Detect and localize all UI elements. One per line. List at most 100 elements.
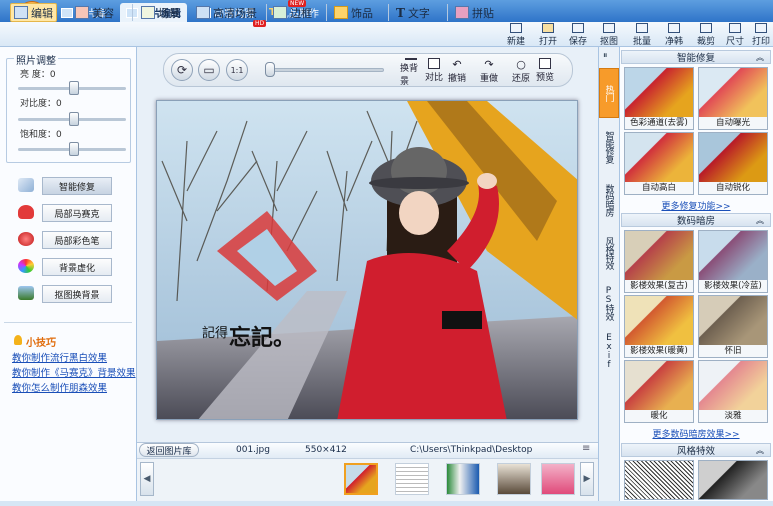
saturation-label: 饱和度：0	[20, 130, 62, 140]
fit-screen-button[interactable]: ▭	[198, 59, 220, 81]
brightness-slider[interactable]	[18, 81, 126, 95]
thumbnail-5[interactable]	[541, 463, 575, 495]
tab-style-effects[interactable]: 风格特效	[599, 228, 619, 278]
rotate-button[interactable]: ⟳	[171, 59, 193, 81]
undo-button[interactable]: ↶ 撤销	[446, 58, 468, 84]
collapse-icon: ︽	[756, 215, 764, 225]
separator	[447, 4, 448, 21]
contrast-slider[interactable]	[18, 112, 126, 126]
scene-icon	[141, 6, 155, 19]
right-arrow-icon: ▶	[583, 474, 591, 484]
redo-icon: ↷	[484, 58, 494, 71]
adjust-title: 照片调整	[14, 52, 58, 67]
zoom-slider[interactable]	[266, 68, 384, 72]
tool-edit[interactable]: 编辑	[10, 3, 57, 22]
collapse-panel-icon[interactable]: ⏸	[603, 51, 608, 61]
section-smart-repair-header[interactable]: 智能修复 ︽	[621, 50, 771, 64]
background-blur-button[interactable]: 背景虚化	[42, 258, 112, 276]
tips-title: 小技巧	[26, 338, 56, 349]
effect-card[interactable]: 色彩通道(去雾)	[624, 67, 694, 130]
tip-link-1[interactable]: 教你制作流行黑白效果	[12, 350, 107, 364]
preview-button[interactable]: 预览	[534, 58, 556, 84]
clean-icon	[668, 23, 680, 33]
cut-button[interactable]: 裁剪	[693, 23, 719, 47]
divider	[4, 322, 132, 323]
preview-icon	[539, 58, 551, 69]
menu-icon[interactable]: ≡	[582, 443, 590, 454]
effect-card[interactable]: 自动曝光	[698, 67, 768, 130]
cutout-icon	[18, 286, 34, 300]
tool-text[interactable]: T 文字	[393, 3, 433, 22]
smart-repair-button[interactable]: 智能修复	[42, 177, 112, 195]
tab-smart-repair[interactable]: 智能修复	[599, 122, 619, 172]
more-darkroom-link[interactable]: 更多数码暗房效果>>	[621, 427, 771, 440]
redo-button[interactable]: ↷ 重做	[478, 58, 500, 84]
new-button[interactable]: 新建	[503, 23, 529, 47]
effect-card[interactable]: 影楼效果(复古)	[624, 230, 694, 293]
zoom-knob[interactable]	[265, 62, 276, 77]
thumbnail-1[interactable]	[344, 463, 378, 495]
border-icon	[273, 6, 287, 19]
effect-card[interactable]: 怀旧	[698, 295, 768, 358]
tab-darkroom[interactable]: 数码暗房	[599, 175, 619, 225]
section-darkroom-header[interactable]: 数码暗房 ︽	[621, 213, 771, 227]
tab-exif[interactable]: Exif	[599, 328, 619, 373]
tool-scene[interactable]: 场景	[138, 3, 183, 22]
more-repair-link[interactable]: 更多修复功能>>	[621, 199, 771, 212]
restore-button[interactable]: ○ 还原	[510, 58, 532, 84]
separator	[326, 4, 327, 21]
filmstrip-prev-button[interactable]: ◀	[140, 462, 154, 496]
magic-wand-icon	[18, 178, 34, 192]
effect-card[interactable]	[698, 460, 768, 500]
print-icon	[755, 23, 767, 33]
effect-card[interactable]: 淡雅	[698, 360, 768, 423]
cutout-background-button[interactable]: 抠图换背景	[42, 285, 112, 303]
thumbnail-2[interactable]	[395, 463, 429, 495]
compare-button[interactable]: 对比	[423, 58, 445, 84]
tool-border[interactable]: 边框	[270, 3, 315, 22]
tip-link-3[interactable]: 教你怎么制作朋森效果	[12, 380, 107, 394]
print-button[interactable]: 打印	[750, 23, 772, 47]
file-path: C:\Users\Thinkpad\Desktop	[410, 445, 533, 455]
tool-collage[interactable]: 拼贴	[452, 3, 497, 22]
color-pen-button[interactable]: 局部彩色笔	[42, 231, 112, 249]
change-background-button[interactable]: 换背景	[400, 58, 422, 87]
size-button[interactable]: 尺寸	[722, 23, 748, 47]
actual-size-button[interactable]: 1:1	[226, 59, 248, 81]
effect-card[interactable]	[624, 460, 694, 500]
saturation-knob[interactable]	[68, 142, 79, 156]
edited-photo[interactable]: 記得 忘記。	[156, 100, 578, 420]
filmstrip-next-button[interactable]: ▶	[580, 462, 594, 496]
batch-button[interactable]: 批量	[629, 23, 655, 47]
effect-card[interactable]: 影楼效果(冷蓝)	[698, 230, 768, 293]
effect-card[interactable]: 暖化	[624, 360, 694, 423]
thumbnail-3[interactable]	[446, 463, 480, 495]
tool-beautify[interactable]: 美容	[72, 3, 117, 22]
collage-icon	[455, 6, 469, 19]
tip-link-2[interactable]: 教你制作《马赛克》背景效果	[12, 365, 136, 379]
mosaic-button[interactable]: 局部马赛克	[42, 204, 112, 222]
tool-hd-scene[interactable]: 高清场景	[193, 3, 260, 22]
saturation-slider[interactable]	[18, 142, 126, 156]
tab-ps-effects[interactable]: PS特效	[599, 280, 619, 325]
thumbnail-4[interactable]	[497, 463, 531, 495]
actual-size-icon: 1:1	[230, 65, 244, 75]
save-button[interactable]: 保存	[565, 23, 591, 47]
open-button[interactable]: 打开	[535, 23, 561, 47]
tab-hot[interactable]: 热门	[599, 68, 619, 118]
new-file-icon	[510, 23, 522, 33]
effect-card[interactable]: 影楼效果(暖黄)	[624, 295, 694, 358]
batch-icon	[636, 23, 648, 33]
back-to-gallery-button[interactable]: 返回图片库	[139, 443, 199, 457]
clean-button[interactable]: 净韩	[661, 23, 687, 47]
left-arrow-icon: ◀	[143, 474, 151, 484]
section-style-header[interactable]: 风格特效 ︽	[621, 443, 771, 457]
mosaic-heart-icon	[18, 205, 34, 219]
brightness-knob[interactable]	[68, 81, 79, 95]
contrast-knob[interactable]	[68, 112, 79, 126]
effect-card[interactable]: 自动锐化	[698, 132, 768, 195]
tool-accessory[interactable]: 饰品	[331, 3, 376, 22]
effect-card[interactable]: 自动高白	[624, 132, 694, 195]
crop-icon	[603, 23, 615, 33]
crop-button[interactable]: 抠图	[596, 23, 622, 47]
